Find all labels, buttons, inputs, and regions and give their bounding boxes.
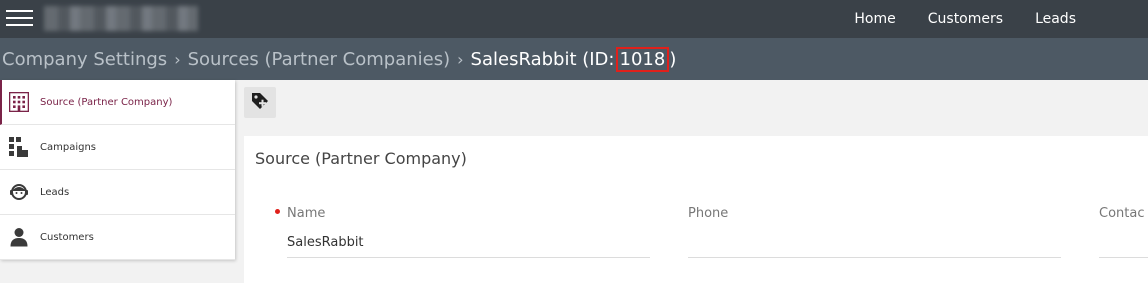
contact-field: Contac: [1099, 206, 1148, 258]
sidebar-item-customers[interactable]: Customers: [0, 215, 235, 260]
add-tag-icon: [250, 91, 270, 115]
name-input[interactable]: [287, 228, 650, 258]
main-nav: Home Customers Leads: [822, 0, 1076, 38]
sidebar-item-label: Campaigns: [40, 141, 97, 153]
card-title: Source (Partner Company): [255, 149, 467, 168]
name-label: Name: [287, 206, 326, 221]
breadcrumb-company-settings[interactable]: Company Settings: [2, 49, 167, 70]
top-navbar: Home Customers Leads: [0, 0, 1148, 38]
required-indicator: [275, 209, 280, 214]
phone-input[interactable]: [688, 228, 1061, 258]
contact-input[interactable]: [1099, 228, 1148, 258]
nav-leads[interactable]: Leads: [1035, 11, 1076, 27]
campaign-icon: [9, 137, 29, 157]
breadcrumb-separator: ›: [457, 49, 464, 69]
blurred-logo: [44, 6, 198, 31]
nav-customers[interactable]: Customers: [928, 11, 1003, 27]
phone-label: Phone: [688, 206, 729, 221]
lead-face-icon: [9, 182, 29, 202]
sidebar-item-campaigns[interactable]: Campaigns: [0, 125, 235, 170]
breadcrumb-current-id: 1018: [615, 46, 670, 72]
sidebar-item-label: Customers: [40, 231, 94, 243]
breadcrumb-current-prefix: SalesRabbit (ID:: [470, 48, 615, 70]
sidebar-item-source[interactable]: Source (Partner Company): [0, 80, 235, 125]
person-icon: [9, 227, 29, 247]
source-form-card: Source (Partner Company) Name Phone Cont…: [244, 136, 1148, 283]
breadcrumb: Company Settings › Sources (Partner Comp…: [0, 38, 1148, 80]
nav-home[interactable]: Home: [854, 11, 895, 27]
sidebar-item-label: Source (Partner Company): [40, 96, 173, 108]
sidebar: Source (Partner Company) Campaigns Leads: [0, 80, 235, 260]
sidebar-item-leads[interactable]: Leads: [0, 170, 235, 215]
contact-label: Contac: [1099, 206, 1145, 221]
breadcrumb-sources[interactable]: Sources (Partner Companies): [188, 49, 451, 70]
breadcrumb-separator: ›: [174, 49, 181, 69]
add-tag-button[interactable]: [244, 87, 276, 118]
breadcrumb-current-suffix: ): [669, 48, 677, 70]
name-field: Name: [275, 206, 650, 258]
phone-field: Phone: [688, 206, 1061, 258]
building-icon: [9, 92, 29, 112]
hamburger-menu-icon[interactable]: [6, 8, 33, 29]
sidebar-item-label: Leads: [40, 186, 70, 198]
